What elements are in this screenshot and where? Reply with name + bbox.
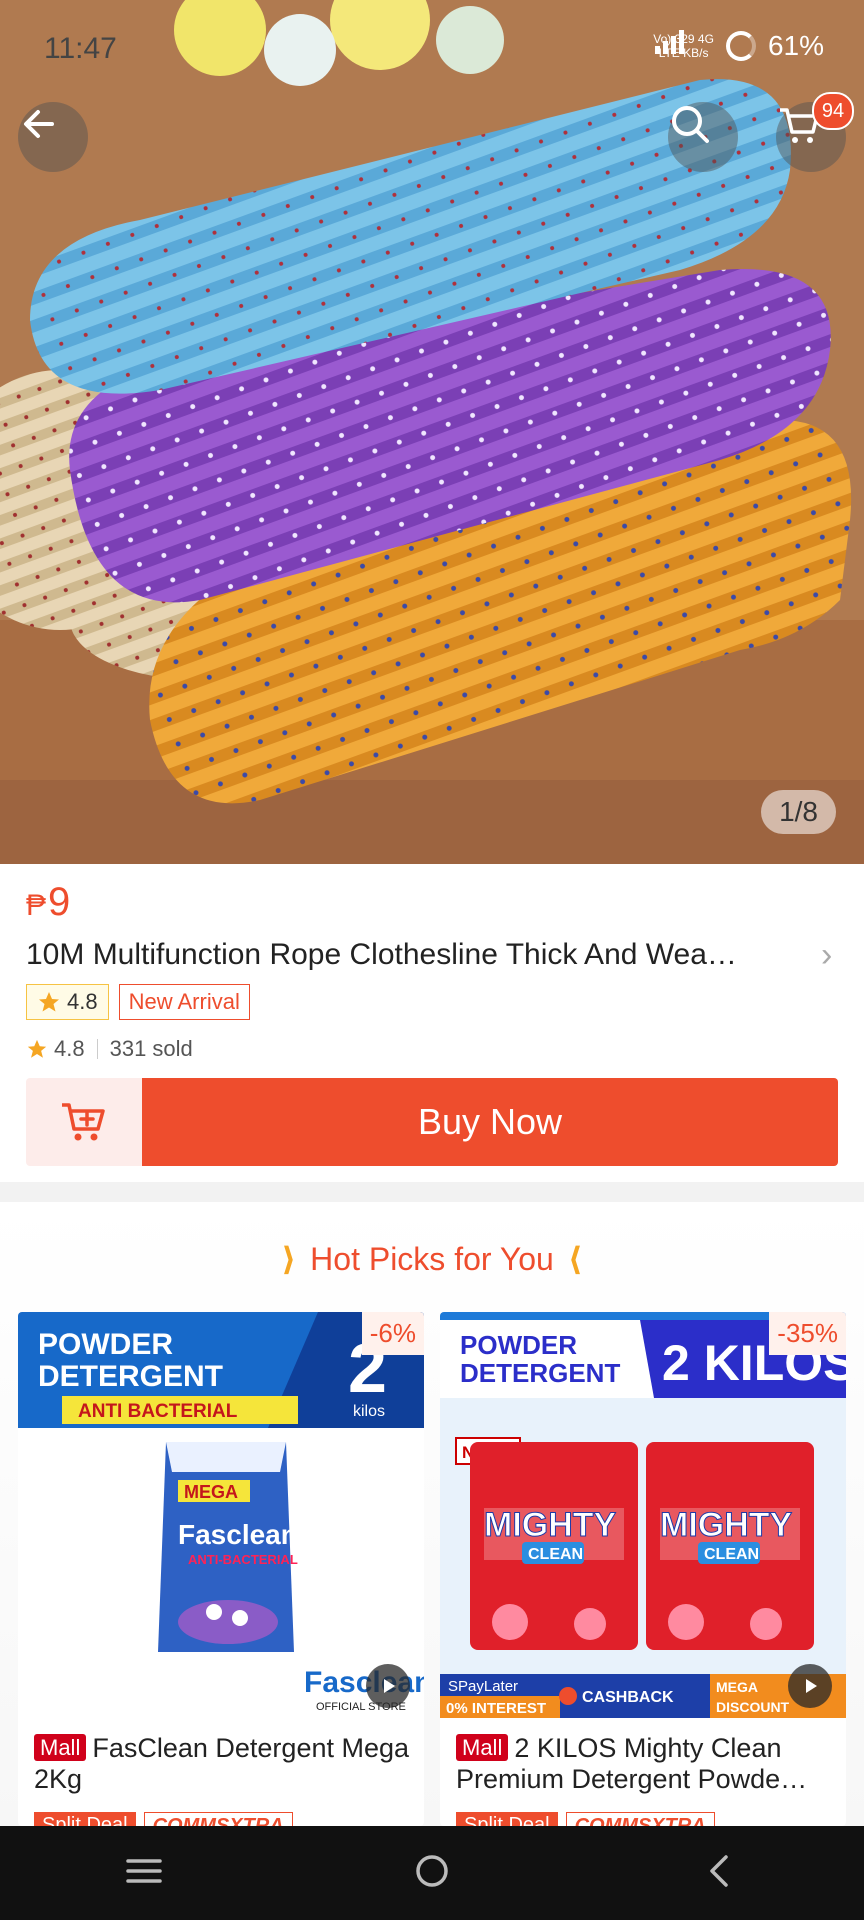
status-time: 11:47 [44,32,117,65]
search-button[interactable] [668,102,738,172]
video-play-button[interactable] [366,1664,410,1708]
svg-text:DETERGENT: DETERGENT [460,1358,620,1388]
split-deal-tag: Split Deal [34,1812,136,1826]
rating-badge: 4.8 [26,984,109,1020]
star-icon [27,1039,47,1058]
product-price: ₱9 [26,880,70,925]
image-counter: 1/8 [761,790,836,834]
home-button[interactable] [412,1851,452,1896]
decor-right-icon: ⟨ [567,1241,583,1277]
svg-text:MIGHTY: MIGHTY [484,1506,617,1544]
system-navigation-bar [0,1826,864,1920]
currency-symbol: ₱ [26,889,47,922]
cart-button[interactable]: 94 [776,92,854,172]
svg-text:CASHBACK: CASHBACK [582,1689,674,1706]
svg-text:0% INTEREST: 0% INTEREST [446,1700,546,1717]
hot-picks-title: Hot Picks for You [310,1241,554,1277]
product-thumbnail: POWDER DETERGENT 2 KILOS NEW! MIGHTY MIG… [440,1312,846,1718]
system-back-button[interactable] [700,1851,740,1896]
star-icon [39,992,59,1012]
play-icon [806,1679,817,1693]
commsxtra-tag: COMMSXTRA [565,1812,715,1826]
new-arrival-badge: New Arrival [118,984,250,1020]
svg-text:DETERGENT: DETERGENT [38,1360,223,1393]
menu-icon [126,1858,162,1883]
divider [96,1039,98,1059]
back-chevron-icon [710,1854,728,1887]
split-deal-tag: Split Deal [456,1812,558,1826]
product-card-name: Mall 2 KILOS Mighty Clean Premium Deterge… [456,1733,808,1794]
signal-icon [655,30,685,54]
promo-tags: Split Deal COMMSXTRA [34,1812,293,1826]
product-image-carousel[interactable]: 11:47 Vo) 329 4G LTE KB/s 61% 94 1/8 [0,0,864,864]
discount-badge: -35% [769,1312,846,1355]
fasclean-product-image: POWDER DETERGENT ANTI BACTERIAL 2 kilos … [18,1312,424,1718]
promo-tags: Split Deal COMMSXTRA [456,1812,715,1826]
mall-badge: Mall [34,1734,87,1761]
product-card-name: Mall FasClean Detergent Mega 2Kg [34,1733,410,1794]
svg-text:CLEAN: CLEAN [528,1546,583,1563]
add-to-cart-icon [62,1103,105,1141]
svg-text:Fasclean: Fasclean [178,1519,298,1550]
product-title-row[interactable]: 10M Multifunction Rope Clothesline Thick… [26,930,846,980]
price-value: 9 [48,880,71,924]
cart-count-badge: 94 [812,92,854,130]
home-circle-icon [416,1854,448,1887]
svg-text:POWDER: POWDER [38,1328,173,1361]
status-bar: 11:47 Vo) 329 4G LTE KB/s 61% [0,0,864,100]
product-badges: 4.8 New Arrival [26,984,250,1020]
svg-text:CLEAN: CLEAN [704,1546,759,1563]
svg-text:MEGA: MEGA [716,1679,758,1695]
product-info-panel: ₱9 10M Multifunction Rope Clothesline Th… [0,864,864,1182]
hot-picks-section: ⟩ Hot Picks for You ⟨ POWDER DETERGENT ANT… [0,1202,864,1826]
svg-text:ANTI-BACTERIAL: ANTI-BACTERIAL [188,1552,298,1567]
search-icon [672,106,709,143]
purchase-actions: Buy Now [26,1078,838,1166]
sold-count: 331 sold [109,1036,193,1061]
chevron-right-icon: › [821,935,833,974]
mall-badge: Mall [456,1734,509,1761]
svg-text:POWDER: POWDER [460,1330,577,1360]
rating-value: 4.8 [54,1036,85,1061]
svg-text:MEGA: MEGA [184,1482,238,1502]
play-icon [384,1679,395,1693]
arrow-left-icon [24,110,54,138]
mighty-clean-product-image: POWDER DETERGENT 2 KILOS NEW! MIGHTY MIG… [440,1312,846,1718]
battery-percent: 61% [767,30,824,61]
recents-button[interactable] [124,1854,164,1893]
product-card-fasclean[interactable]: POWDER DETERGENT ANTI BACTERIAL 2 kilos … [18,1312,424,1826]
back-button[interactable] [18,102,88,172]
product-title: 10M Multifunction Rope Clothesline Thick… [26,938,737,971]
hot-picks-header: ⟩ Hot Picks for You ⟨ [0,1240,864,1278]
add-to-cart-button[interactable] [26,1078,142,1166]
product-card-mighty-clean[interactable]: POWDER DETERGENT 2 KILOS NEW! MIGHTY MIG… [440,1312,846,1826]
battery-icon [725,31,756,61]
svg-text:kilos: kilos [353,1403,385,1420]
svg-text:SPayLater: SPayLater [448,1678,518,1695]
discount-badge: -6% [361,1312,424,1355]
decor-left-icon: ⟩ [281,1241,297,1277]
commsxtra-tag: COMMSXTRA [143,1812,293,1826]
svg-text:DISCOUNT: DISCOUNT [716,1699,790,1715]
svg-text:MIGHTY: MIGHTY [660,1506,793,1544]
product-thumbnail: POWDER DETERGENT ANTI BACTERIAL 2 kilos … [18,1312,424,1718]
buy-now-button[interactable]: Buy Now [142,1078,838,1166]
svg-text:ANTI BACTERIAL: ANTI BACTERIAL [78,1401,238,1422]
video-play-button[interactable] [788,1664,832,1708]
rating-sold-stats: 4.8 331 sold [26,1036,193,1062]
